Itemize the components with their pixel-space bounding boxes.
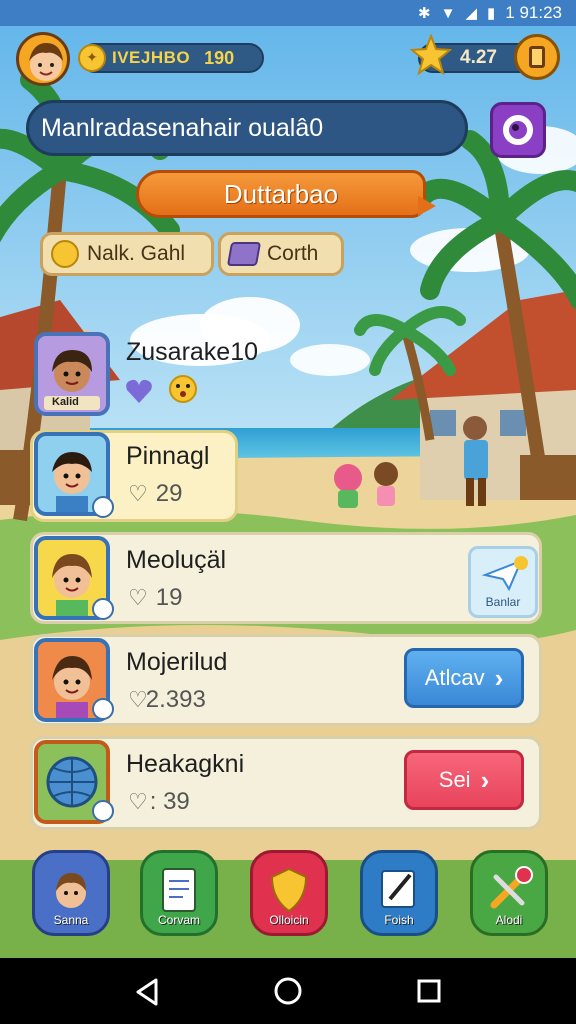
item-likes: ♡ 29 xyxy=(128,480,182,508)
coin-icon: ✦ xyxy=(78,44,106,72)
character-icon xyxy=(56,873,86,908)
dock-label: Foish xyxy=(384,913,414,927)
star-value: 4.27 xyxy=(460,47,497,68)
chip-label: Corth xyxy=(267,242,319,265)
wallet-icon xyxy=(529,46,545,68)
home-icon[interactable] xyxy=(273,976,303,1006)
tools-icon xyxy=(490,866,533,909)
verified-badge-icon xyxy=(92,800,114,822)
coin-counter[interactable]: ✦ IVEJHBO 190 xyxy=(78,43,264,73)
status-bar: ✱ ▼ ◢ ▮ 1 91:23 xyxy=(0,0,576,26)
dock-label: Olloicin xyxy=(269,913,309,927)
camera-icon xyxy=(503,115,533,145)
banner-text: Duttarbao xyxy=(223,178,339,209)
star-icon xyxy=(410,34,452,76)
dock-button-foish[interactable]: Foish xyxy=(360,850,438,936)
bluetooth-icon: ✱ xyxy=(418,5,431,22)
dock-label: Sanna xyxy=(53,913,89,927)
paper-plane-icon xyxy=(481,556,528,592)
item-likes: ♡ 19 xyxy=(128,584,182,612)
verified-badge-icon xyxy=(92,496,114,518)
dock-button-olloicin[interactable]: Olloicin xyxy=(250,850,328,936)
item-name: Heakagkni xyxy=(126,750,245,778)
notes-icon xyxy=(162,868,196,912)
dock-button-sanna[interactable]: Sanna xyxy=(32,850,110,936)
likes-count: 29 xyxy=(155,480,183,507)
likes-count: 2.393 xyxy=(145,686,206,713)
item-name: Meoluçäl xyxy=(126,546,227,574)
dock-label: Corvam xyxy=(157,913,200,927)
heart-icon: ♡ xyxy=(128,585,148,610)
side-tile-label: Banlar xyxy=(485,595,521,609)
item-likes: ♡ 2.393 xyxy=(128,686,206,714)
box-icon xyxy=(226,242,262,266)
battery-icon: ▮ xyxy=(487,5,496,22)
chip-label: Nalk. Gahl xyxy=(87,242,186,265)
action-button-label: Atlcav xyxy=(424,665,485,690)
title-bar: Manlradasenahair oualâ0 xyxy=(26,100,468,156)
wifi-icon: ▼ xyxy=(440,4,456,22)
status-time: 1 91:23 xyxy=(505,3,562,22)
edit-icon xyxy=(381,870,415,908)
emoji-icon xyxy=(169,375,197,403)
item-name: Zusarake10 xyxy=(126,338,259,366)
banner-tail xyxy=(418,196,436,216)
side-tile-banlar[interactable]: Banlar xyxy=(468,546,538,618)
action-button-sei[interactable]: Sei › xyxy=(404,750,524,810)
back-icon[interactable] xyxy=(134,978,160,1006)
heart-badge-icon xyxy=(126,379,152,403)
section-banner[interactable]: Duttarbao xyxy=(136,170,426,218)
likes-count: 19 xyxy=(155,584,183,611)
title-text: Manlradasenahair oualâ0 xyxy=(41,113,324,142)
signal-icon: ◢ xyxy=(465,5,477,22)
android-nav-bar xyxy=(0,958,576,1024)
item-likes: ♡ : 39 xyxy=(128,788,190,816)
wallet-button[interactable] xyxy=(514,34,560,80)
shield-icon xyxy=(270,867,308,913)
portrait-label: Kalid xyxy=(52,396,79,408)
heart-icon: ♡ xyxy=(128,789,148,814)
likes-count: : 39 xyxy=(149,788,190,815)
verified-badge-icon xyxy=(92,698,114,720)
filter-chip-nalk[interactable]: Nalk. Gahl xyxy=(40,232,214,276)
camera-button[interactable] xyxy=(490,102,546,158)
dock-button-corvam[interactable]: Corvam xyxy=(140,850,218,936)
verified-badge-icon xyxy=(92,598,114,620)
dock-button-alodi[interactable]: Alodi xyxy=(470,850,548,936)
coin-icon xyxy=(51,240,79,268)
chevron-right-icon: › xyxy=(494,662,504,693)
recents-icon[interactable] xyxy=(416,978,442,1004)
chevron-right-icon: › xyxy=(480,764,490,795)
coin-label: IVEJHBO xyxy=(112,48,191,67)
action-button-label: Sei xyxy=(438,767,471,792)
heart-icon: ♡ xyxy=(128,481,148,506)
coin-value: 190 xyxy=(204,47,235,68)
action-button-atlcav[interactable]: Atlcav › xyxy=(404,648,524,708)
dock-label: Alodi xyxy=(495,913,523,927)
item-name: Mojerilud xyxy=(126,648,228,676)
filter-chip-corth[interactable]: Corth xyxy=(218,232,344,276)
player-avatar[interactable] xyxy=(16,32,70,86)
item-name: Pinnagl xyxy=(126,442,210,470)
